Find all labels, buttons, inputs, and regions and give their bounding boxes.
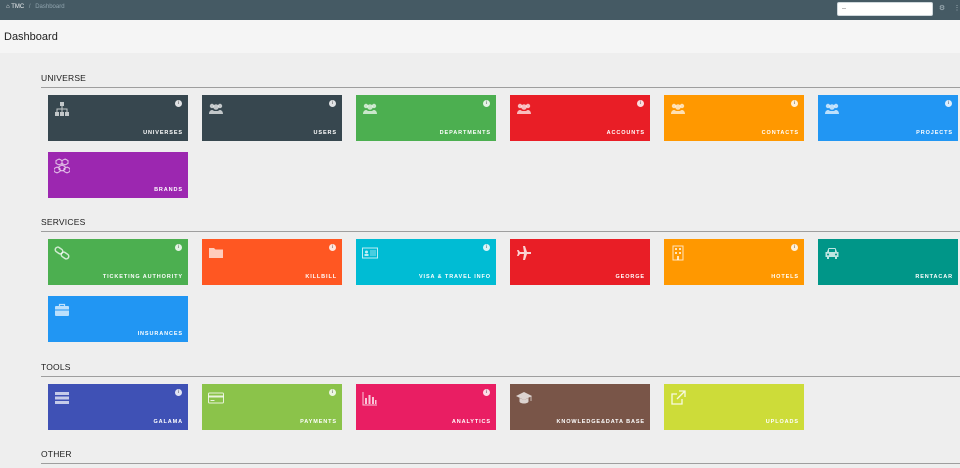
tile-knowledge-data-base[interactable]: KNOWLEDGE&DATA BASE (510, 384, 650, 430)
tile-universes[interactable]: i UNIVERSES (48, 95, 188, 141)
section-title-tools: TOOLS (41, 362, 71, 372)
info-icon[interactable]: i (791, 244, 798, 251)
tile-visa-travel-info[interactable]: i VISA & TRAVEL INFO (356, 239, 496, 285)
tile-label: USERS (313, 130, 337, 136)
section-divider (41, 87, 960, 88)
tile-accounts[interactable]: i ACCOUNTS (510, 95, 650, 141)
section-divider (41, 463, 960, 464)
users-icon (362, 101, 378, 117)
tile-label: ANALYTICS (451, 419, 491, 425)
tile-brands[interactable]: BRANDS (48, 152, 188, 198)
car-icon (824, 245, 840, 261)
tile-label: DEPARTMENTS (439, 130, 491, 136)
info-icon[interactable]: i (791, 100, 798, 107)
tile-contacts[interactable]: i CONTACTS (664, 95, 804, 141)
tile-projects[interactable]: i PROJECTS (818, 95, 958, 141)
tile-uploads[interactable]: UPLOADS (664, 384, 804, 430)
tile-payments[interactable]: i PAYMENTS (202, 384, 342, 430)
settings-icon[interactable]: ⚙ (937, 3, 947, 15)
tile-label: RENTACAR (915, 274, 953, 280)
info-icon[interactable]: i (329, 244, 336, 251)
tile-george[interactable]: GEORGE (510, 239, 650, 285)
users-icon (208, 101, 224, 117)
id-card-icon (362, 245, 378, 261)
section-divider (41, 376, 960, 377)
home-icon[interactable]: ⌂ (6, 4, 10, 10)
menu-icon[interactable]: ⋮ (952, 3, 960, 15)
tile-ticketing-authority[interactable]: i TICKETING AUTHORITY (48, 239, 188, 285)
page-header: Dashboard (0, 20, 960, 53)
info-icon[interactable]: i (175, 100, 182, 107)
airplane-icon (516, 245, 532, 261)
tile-label: KILLBILL (305, 274, 337, 280)
users-icon (516, 101, 532, 117)
bar-chart-icon (362, 390, 378, 406)
briefcase-icon (54, 302, 70, 318)
tile-users[interactable]: i USERS (202, 95, 342, 141)
breadcrumb-current: Dashboard (35, 4, 65, 10)
info-icon[interactable]: i (483, 100, 490, 107)
info-icon[interactable]: i (483, 389, 490, 396)
page-title: Dashboard (4, 31, 58, 43)
section-title-services: SERVICES (41, 217, 86, 227)
tile-rentacar[interactable]: RENTACAR (818, 239, 958, 285)
tile-departments[interactable]: i DEPARTMENTS (356, 95, 496, 141)
breadcrumb-home-link[interactable]: TMC (11, 4, 24, 10)
list-icon (54, 390, 70, 406)
tile-label: KNOWLEDGE&DATA BASE (556, 419, 645, 425)
folder-icon (208, 245, 224, 261)
search-input[interactable] (837, 2, 933, 16)
external-link-icon (670, 390, 686, 406)
tile-label: BRANDS (154, 187, 183, 193)
tile-label: UPLOADS (765, 419, 799, 425)
tile-label: PROJECTS (916, 130, 953, 136)
users-icon (670, 101, 686, 117)
cubes-icon (54, 158, 70, 174)
building-icon (670, 245, 686, 261)
users-icon (824, 101, 840, 117)
info-icon[interactable]: i (175, 244, 182, 251)
info-icon[interactable]: i (329, 100, 336, 107)
tile-analytics[interactable]: i ANALYTICS (356, 384, 496, 430)
credit-card-icon (208, 390, 224, 406)
tile-label: TICKETING AUTHORITY (102, 274, 183, 280)
tile-label: HOTELS (771, 274, 799, 280)
tile-killbill[interactable]: i KILLBILL (202, 239, 342, 285)
section-title-universe: UNIVERSE (41, 73, 87, 83)
info-icon[interactable]: i (483, 244, 490, 251)
breadcrumb: ⌂ TMC / Dashboard (6, 4, 65, 10)
tile-label: GEORGE (615, 274, 645, 280)
tile-label: PAYMENTS (300, 419, 337, 425)
chain-link-icon (54, 245, 70, 261)
tile-label: GALAMA (153, 419, 183, 425)
section-title-other: OTHER (41, 449, 72, 459)
top-navbar: ⌂ TMC / Dashboard ⚙ ⋮ (0, 0, 960, 20)
tile-label: ACCOUNTS (606, 130, 645, 136)
tile-label: UNIVERSES (143, 130, 183, 136)
tile-galama[interactable]: i GALAMA (48, 384, 188, 430)
breadcrumb-separator: / (28, 4, 31, 10)
section-divider (41, 231, 960, 232)
info-icon[interactable]: i (175, 389, 182, 396)
info-icon[interactable]: i (637, 100, 644, 107)
sitemap-icon (54, 101, 70, 117)
info-icon[interactable]: i (945, 100, 952, 107)
info-icon[interactable]: i (329, 389, 336, 396)
tile-insurances[interactable]: INSURANCES (48, 296, 188, 342)
tile-label: INSURANCES (137, 331, 183, 337)
tile-label: CONTACTS (761, 130, 799, 136)
graduation-cap-icon (516, 390, 532, 406)
tile-label: VISA & TRAVEL INFO (418, 274, 491, 280)
tile-hotels[interactable]: i HOTELS (664, 239, 804, 285)
